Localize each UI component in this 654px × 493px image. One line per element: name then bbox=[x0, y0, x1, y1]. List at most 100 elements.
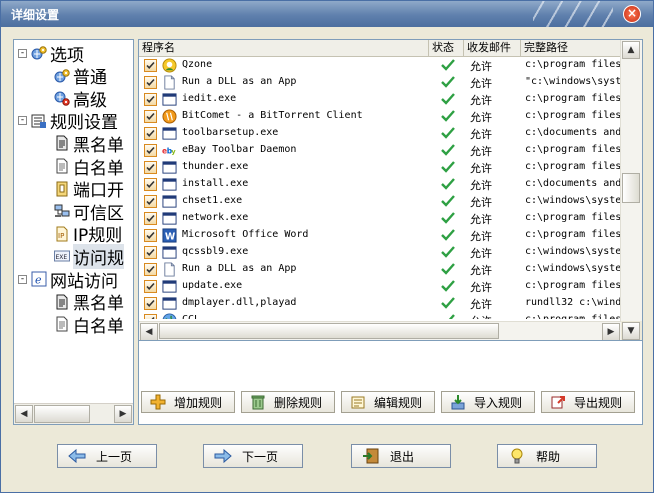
table-row[interactable]: e b y eBay Toolbar Daemon 允许 c:\program files bbox=[139, 142, 621, 159]
row-checkbox[interactable] bbox=[144, 212, 157, 225]
row-checkbox[interactable] bbox=[144, 280, 157, 293]
scroll-corner: ▼ bbox=[621, 321, 642, 340]
program-name: thunder.exe bbox=[182, 161, 249, 172]
status-check-icon bbox=[441, 127, 455, 142]
table-row[interactable]: iedit.exe 允许 c:\program files bbox=[139, 91, 621, 108]
tree-item-label: 白名单 bbox=[73, 158, 124, 179]
mail-permission: 允许 bbox=[470, 264, 492, 277]
list-vertical-scrollbar[interactable]: ▲ bbox=[620, 40, 642, 321]
mail-permission: 允许 bbox=[470, 313, 492, 319]
tree-item-label: 黑名单 bbox=[73, 294, 124, 315]
table-row[interactable]: chset1.exe 允许 c:\windows\syste bbox=[139, 193, 621, 210]
tree-item[interactable]: - e 网站访问 bbox=[18, 268, 118, 292]
tree-item[interactable]: 白名单 bbox=[54, 155, 124, 179]
full-path: c:\program files bbox=[525, 144, 621, 155]
exit-door-icon bbox=[362, 448, 380, 464]
title-bar[interactable]: 详细设置 × bbox=[1, 1, 653, 27]
nav-button[interactable]: 上一页 bbox=[57, 444, 157, 468]
tree-horizontal-scrollbar[interactable]: ◀ ▶ bbox=[14, 403, 133, 424]
column-header-name[interactable]: 程序名 bbox=[139, 40, 429, 56]
tree-item[interactable]: 黑名单 bbox=[54, 132, 124, 156]
nav-button[interactable]: 帮助 bbox=[497, 444, 597, 468]
window-icon bbox=[162, 177, 177, 192]
row-checkbox[interactable] bbox=[144, 161, 157, 174]
trash-icon bbox=[250, 394, 266, 410]
row-checkbox[interactable] bbox=[144, 195, 157, 208]
tree-collapse-icon[interactable]: - bbox=[18, 116, 27, 126]
table-row[interactable]: Run a DLL as an App 允许 "c:\windows\syste bbox=[139, 74, 621, 91]
table-row[interactable]: Qzone 允许 c:\program files bbox=[139, 57, 621, 74]
tree-item[interactable]: 黑名单 bbox=[54, 291, 124, 315]
row-checkbox[interactable] bbox=[144, 110, 157, 123]
action-button[interactable]: 导入规则 bbox=[441, 391, 535, 413]
tree-item[interactable]: 高级 bbox=[54, 87, 107, 111]
column-header-status[interactable]: 状态 bbox=[429, 40, 464, 56]
mail-permission: 允许 bbox=[470, 196, 492, 209]
row-checkbox[interactable] bbox=[144, 93, 157, 106]
tree-item-label: 规则设置 bbox=[50, 113, 118, 134]
tree-item[interactable]: 白名单 bbox=[54, 313, 124, 337]
table-row[interactable]: thunder.exe 允许 c:\program files bbox=[139, 159, 621, 176]
action-button[interactable]: 导出规则 bbox=[541, 391, 635, 413]
nav-button[interactable]: 下一页 bbox=[203, 444, 303, 468]
export-icon bbox=[550, 394, 566, 410]
action-button[interactable]: 删除规则 bbox=[241, 391, 335, 413]
row-checkbox[interactable] bbox=[144, 127, 157, 140]
scroll-right-button[interactable]: ▶ bbox=[602, 323, 620, 340]
tree-item[interactable]: - 选项 bbox=[18, 42, 84, 66]
settings-tree[interactable]: - 选项 普通 高级 - 规则设置 黑名单 白名单 端口开 可信区 IP IP规则 EXE 访问规 - e 网站… bbox=[13, 39, 134, 425]
qzone-icon bbox=[162, 58, 177, 73]
table-row[interactable]: dmplayer.dll,playad 允许 rundll32 c:\windo bbox=[139, 295, 621, 312]
window-icon bbox=[162, 160, 177, 175]
program-name: install.exe bbox=[182, 178, 249, 189]
scroll-up-button[interactable]: ▲ bbox=[622, 41, 640, 59]
rules-list[interactable]: 程序名 状态 收发邮件 完整路径 Qzone 允许 c:\program files… bbox=[138, 39, 643, 341]
row-checkbox[interactable] bbox=[144, 178, 157, 191]
column-header-path[interactable]: 完整路径 bbox=[521, 40, 621, 56]
table-row[interactable]: qcssbl9.exe 允许 c:\windows\syste bbox=[139, 244, 621, 261]
mail-permission: 允许 bbox=[470, 94, 492, 107]
row-checkbox[interactable] bbox=[144, 314, 157, 319]
action-button[interactable]: 增加规则 bbox=[141, 391, 235, 413]
tree-collapse-icon[interactable]: - bbox=[18, 48, 27, 58]
tree-item[interactable]: 端口开 bbox=[54, 178, 124, 201]
scroll-thumb[interactable] bbox=[34, 405, 90, 423]
table-row[interactable]: toolbarsetup.exe 允许 c:\documents and bbox=[139, 125, 621, 142]
tree-item[interactable]: - 规则设置 bbox=[18, 110, 118, 134]
close-button[interactable]: × bbox=[623, 5, 641, 23]
action-button[interactable]: 编辑规则 bbox=[341, 391, 435, 413]
tree-item[interactable]: 普通 bbox=[54, 65, 107, 88]
column-header-mail[interactable]: 收发邮件 bbox=[464, 40, 521, 56]
list-horizontal-scrollbar[interactable]: ◀ ▶ bbox=[139, 321, 621, 340]
mail-permission: 允许 bbox=[470, 128, 492, 141]
table-row[interactable]: network.exe 允许 c:\program files bbox=[139, 210, 621, 227]
table-row[interactable]: W Microsoft Office Word 允许 c:\program files bbox=[139, 227, 621, 244]
table-row[interactable]: BitComet - a BitTorrent Client 允许 c:\progr… bbox=[139, 108, 621, 125]
row-checkbox[interactable] bbox=[144, 229, 157, 242]
tree-collapse-icon[interactable]: - bbox=[18, 274, 27, 284]
nav-button[interactable]: 退出 bbox=[351, 444, 451, 468]
scroll-right-button[interactable]: ▶ bbox=[114, 405, 132, 423]
row-checkbox[interactable] bbox=[144, 59, 157, 72]
table-row[interactable]: update.exe 允许 c:\program files bbox=[139, 278, 621, 295]
row-checkbox[interactable] bbox=[144, 263, 157, 276]
tree-item[interactable]: EXE 访问规 bbox=[54, 243, 124, 269]
status-check-icon bbox=[441, 161, 455, 176]
scroll-left-button[interactable]: ◀ bbox=[15, 405, 33, 423]
scroll-down-button[interactable]: ▼ bbox=[622, 322, 640, 340]
table-row[interactable]: CCL 允许 c:\program files bbox=[139, 312, 621, 319]
vertical-scroll-thumb[interactable] bbox=[622, 173, 640, 203]
table-row[interactable]: install.exe 允许 c:\documents and bbox=[139, 176, 621, 193]
row-checkbox[interactable] bbox=[144, 297, 157, 310]
row-checkbox[interactable] bbox=[144, 246, 157, 259]
tree-item[interactable]: 可信区 bbox=[54, 200, 124, 224]
horizontal-scroll-thumb[interactable] bbox=[159, 323, 499, 339]
row-checkbox[interactable] bbox=[144, 76, 157, 89]
full-path: c:\windows\syste bbox=[525, 263, 621, 274]
scroll-left-button[interactable]: ◀ bbox=[140, 323, 158, 340]
row-checkbox[interactable] bbox=[144, 144, 157, 157]
action-button-label: 导出规则 bbox=[574, 395, 623, 410]
tree-item[interactable]: IP IP规则 bbox=[54, 223, 122, 246]
table-row[interactable]: Run a DLL as an App 允许 c:\windows\syste bbox=[139, 261, 621, 278]
word-icon: W bbox=[162, 228, 177, 243]
